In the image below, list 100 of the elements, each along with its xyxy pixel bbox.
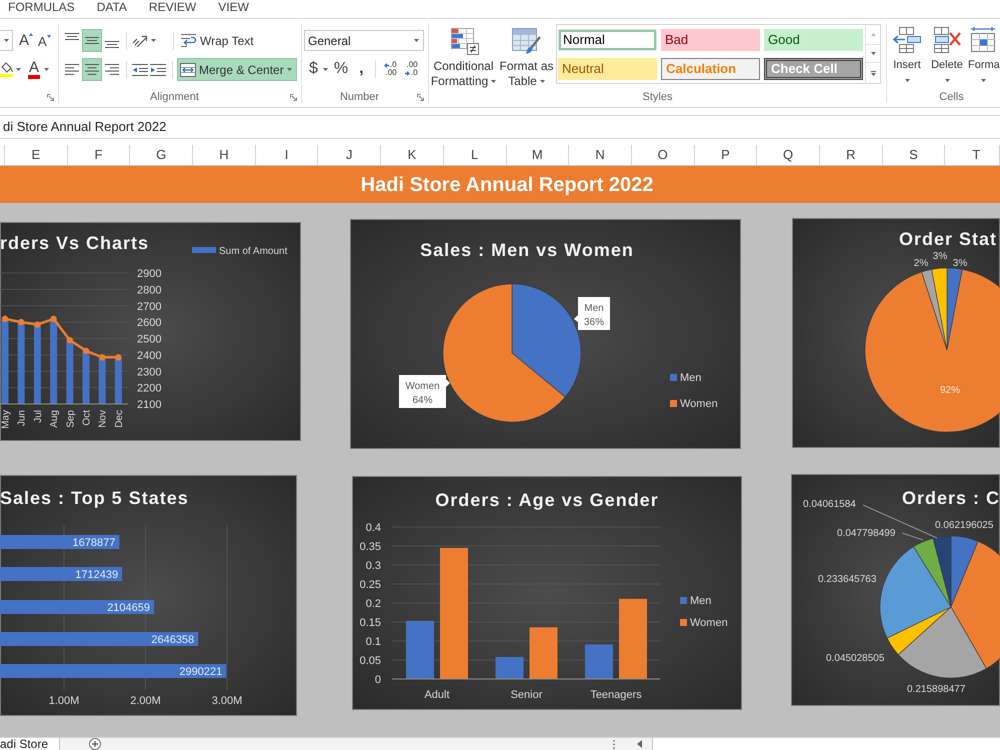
caret-down-icon [414,39,419,42]
legend-swatch-icon [670,374,677,381]
data-label: 2646358 [151,634,194,646]
data-label: 2990221 [179,666,222,678]
split-handle-icon[interactable] [613,740,615,748]
axis-label: 0.2 [366,598,381,610]
column-header[interactable]: R [820,145,883,165]
more-icon [870,70,876,76]
increase-indent-icon [150,64,166,76]
column-header[interactable]: Q [757,145,820,165]
scroll-left-icon[interactable] [637,740,642,748]
ribbon-tab[interactable]: DATA [96,0,127,15]
legend-swatch-icon [670,400,677,407]
insert-button[interactable]: Insert [888,27,926,88]
increase-decimal-button[interactable]: .0 .00 [380,58,397,80]
insert-cells-icon [892,27,922,53]
data-point [115,354,122,361]
delete-button[interactable]: Delete [928,27,966,88]
merge-center-button[interactable]: Merge & Center [177,58,297,81]
sheet-tab[interactable]: adi Store [0,738,60,750]
grow-font-button[interactable]: A [19,30,34,50]
column-header[interactable]: M [506,145,570,165]
ribbon-tab[interactable]: FORMULAS [8,0,75,15]
cell-style-option[interactable]: Normal [558,29,657,51]
data-label: 36% [584,317,604,328]
data-point [2,316,8,322]
column-header[interactable]: P [694,145,758,165]
column-header[interactable]: O [632,145,695,165]
formula-bar-field[interactable]: di Store Annual Report 2022 [0,115,1000,139]
dialog-launcher-icon[interactable] [290,94,297,100]
percent-button[interactable]: % [334,58,348,80]
axis-label: 2900 [137,268,162,280]
category-label: Jun [16,410,28,426]
column-header[interactable]: H [193,145,256,165]
column-header[interactable]: S [882,145,946,165]
caret-down-icon [540,80,545,83]
caret-down-icon [44,68,50,70]
add-sheet-icon[interactable] [89,738,101,750]
column-header[interactable]: F [68,145,130,165]
axis-label: 1.00M [48,695,80,707]
axis-label: 0.1 [366,636,381,648]
category-label: Dec [114,410,125,428]
data-label: 0.215898477 [907,684,966,695]
decrease-indent-icon [132,64,148,76]
column-header[interactable]: G [130,145,194,165]
group-label: Alignment [150,90,199,105]
caret-down-icon [944,79,950,82]
merge-cells-icon [180,62,196,76]
group-label: Styles [642,90,672,105]
column-header[interactable]: N [569,145,632,165]
data-point [66,336,73,344]
decrease-decimal-button[interactable]: .00 .0 [400,58,418,80]
axis-label: 2100 [137,399,162,411]
chart-title: Orders : Age vs Gender [435,490,659,510]
format-as-table-button[interactable]: Format as Table [498,24,555,88]
align-bottom-icon [105,41,119,48]
axis-label: 0.35 [360,541,381,553]
cell-style-option[interactable]: Bad [661,29,760,51]
cell-style-option[interactable]: Good [764,29,863,51]
gallery-scroll-down-button[interactable] [866,44,880,63]
data-label: 2104659 [107,602,150,614]
number-format-dropdown[interactable]: General [304,30,424,51]
ribbon-tab[interactable]: REVIEW [148,0,196,15]
slice-label: Women [405,381,440,392]
caret-down-icon [980,79,986,82]
dialog-launcher-icon[interactable] [417,94,424,100]
delete-cells-icon [932,27,962,53]
data-label: 0.062196025 [935,520,994,531]
column-header[interactable]: E [5,145,68,165]
wrap-text-button[interactable]: Wrap Text [178,30,257,52]
vertical-align-button[interactable] [82,29,102,52]
conditional-formatting-icon [448,28,478,55]
font-color-button[interactable]: A [28,58,50,80]
category-label: Nov [98,410,109,428]
cell-style-option[interactable]: Neutral [558,58,657,80]
category-label: Aug [49,410,60,428]
column-header[interactable]: K [381,145,444,165]
data-label: 92% [940,385,960,396]
comma-style-button[interactable]: , [357,58,366,80]
shrink-font-button[interactable]: A [38,30,51,50]
arrow-left-icon [384,62,389,68]
column-header[interactable]: L [444,145,506,165]
data-label: 3% [952,258,968,269]
conditional-formatting-button[interactable]: Conditional Formatting [429,24,498,88]
slice-label: Men [584,303,604,314]
ribbon-tab[interactable]: VIEW [218,0,249,15]
chart-title: Order Stat [899,229,998,249]
data-label: 1712439 [75,569,118,581]
font-size-field[interactable] [0,30,13,51]
horizontal-scrollbar[interactable] [652,738,1000,750]
dialog-launcher-icon[interactable] [47,94,54,100]
column-header[interactable]: I [256,145,318,165]
format-button[interactable]: Forma [968,27,1000,88]
currency-button[interactable]: $ [309,58,328,80]
column-header[interactable]: T [945,145,1000,165]
axis-label: 2800 [137,284,162,296]
horizontal-align-button[interactable] [82,58,102,81]
column-header[interactable]: J [318,145,382,165]
axis-label: 0.05 [360,655,381,667]
align-middle-icon [85,37,99,44]
